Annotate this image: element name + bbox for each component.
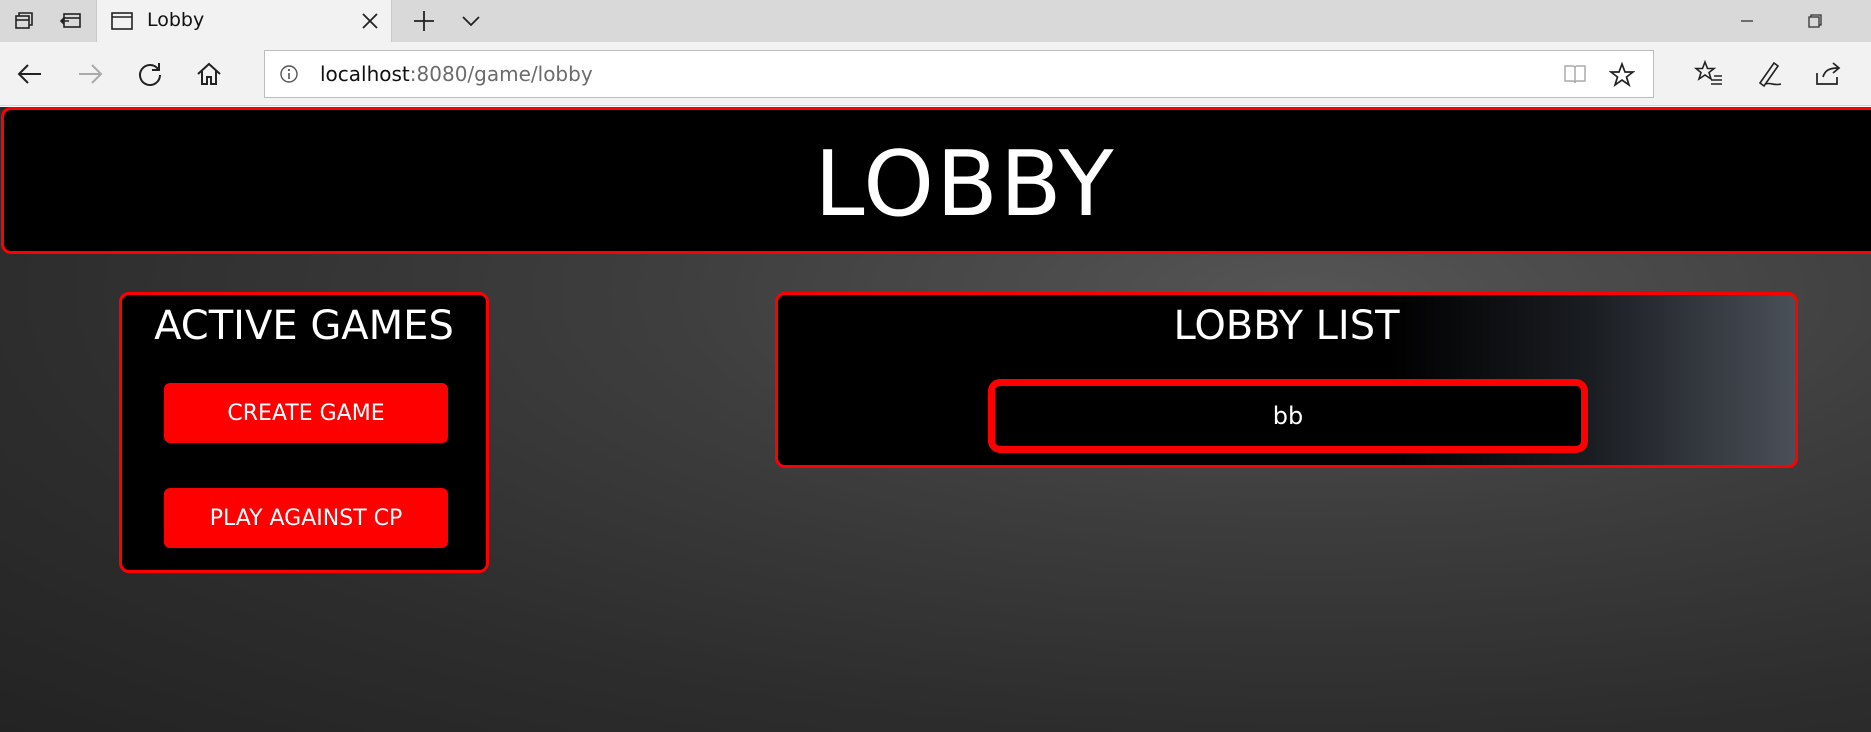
star-icon[interactable]: [1608, 61, 1636, 88]
share-icon[interactable]: [1813, 59, 1843, 89]
tab-lobby[interactable]: Lobby: [96, 0, 392, 42]
tab-bar: Lobby: [0, 0, 1871, 42]
back-icon[interactable]: [15, 59, 45, 89]
info-icon[interactable]: [279, 64, 299, 84]
page-title: LOBBY: [814, 132, 1116, 237]
close-icon[interactable]: [361, 12, 379, 30]
tab-groups-icon[interactable]: [10, 8, 38, 34]
tab-title: Lobby: [147, 9, 205, 31]
chevron-down-icon[interactable]: [460, 11, 482, 31]
lobby-list-panel: LOBBY LIST bb: [775, 292, 1798, 468]
refresh-icon[interactable]: [135, 59, 165, 89]
restore-icon[interactable]: [1802, 8, 1828, 34]
pen-icon[interactable]: [1754, 59, 1784, 89]
lobby-header: LOBBY: [1, 107, 1871, 254]
lobby-list-title: LOBBY LIST: [1173, 303, 1400, 349]
navigation-bar: localhost:8080/game/lobby: [0, 42, 1871, 106]
favorites-icon[interactable]: [1693, 59, 1724, 89]
create-game-button[interactable]: CREATE GAME: [164, 383, 448, 443]
active-games-title: ACTIVE GAMES: [154, 303, 454, 349]
page-viewport: LOBBY ACTIVE GAMES CREATE GAME PLAY AGAI…: [0, 107, 1871, 732]
url-host: localhost: [320, 62, 410, 86]
url-path: :8080/game/lobby: [409, 62, 593, 86]
play-against-cp-button[interactable]: PLAY AGAINST CP: [164, 488, 448, 548]
active-games-panel: ACTIVE GAMES CREATE GAME PLAY AGAINST CP: [119, 292, 489, 573]
tabs-aside-icon[interactable]: [57, 8, 85, 34]
new-tab-icon[interactable]: [412, 9, 436, 33]
forward-icon[interactable]: [75, 59, 105, 89]
lobby-list-item[interactable]: bb: [988, 379, 1588, 453]
url-text[interactable]: localhost:8080/game/lobby: [320, 62, 593, 86]
home-icon[interactable]: [194, 59, 224, 89]
address-bar[interactable]: localhost:8080/game/lobby: [264, 50, 1654, 98]
minimize-icon[interactable]: [1734, 8, 1760, 34]
page-icon: [111, 12, 133, 30]
reading-view-icon[interactable]: [1563, 63, 1587, 85]
